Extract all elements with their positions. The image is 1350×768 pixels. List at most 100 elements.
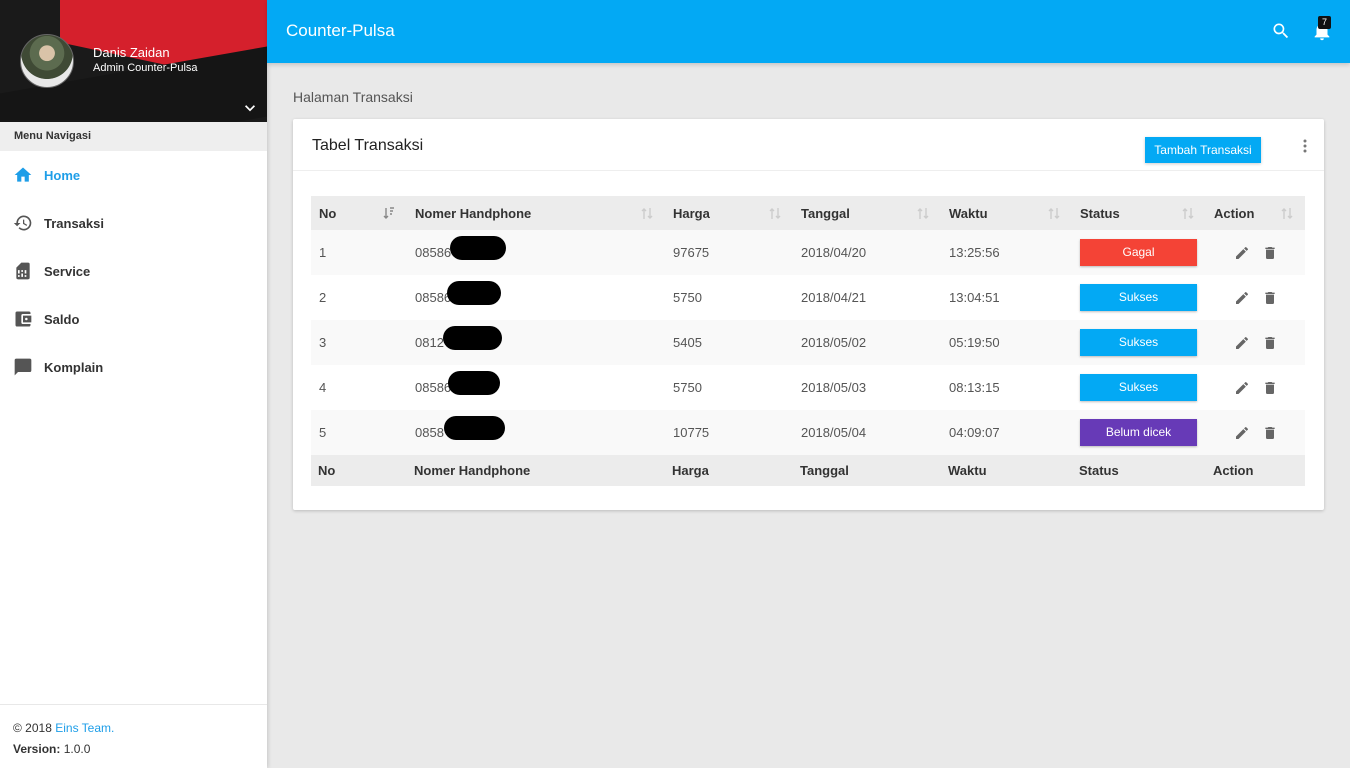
chevron-down-icon[interactable] bbox=[240, 98, 260, 118]
more-vert-icon[interactable] bbox=[1299, 138, 1311, 154]
cell-waktu: 04:09:07 bbox=[949, 425, 1000, 440]
status-badge: Sukses bbox=[1080, 374, 1197, 401]
cell-harga: 5750 bbox=[673, 380, 702, 395]
phone-prefix: 0858 bbox=[415, 425, 444, 440]
chat-icon bbox=[13, 357, 33, 377]
user-role: Admin Counter-Pulsa bbox=[93, 62, 198, 74]
delete-icon[interactable] bbox=[1262, 380, 1278, 396]
cell-waktu: 13:04:51 bbox=[949, 290, 1000, 305]
cell-action bbox=[1206, 275, 1305, 320]
sort-asc-icon[interactable] bbox=[383, 207, 395, 220]
cell-waktu: 08:13:15 bbox=[949, 380, 1000, 395]
redaction-mark bbox=[444, 416, 505, 440]
cell-tanggal: 2018/04/20 bbox=[801, 245, 867, 260]
redaction-mark bbox=[447, 281, 501, 305]
cell-status: Sukses bbox=[1072, 275, 1206, 320]
sidebar-item-label: Komplain bbox=[44, 359, 104, 375]
delete-icon[interactable] bbox=[1262, 290, 1278, 306]
redaction-mark bbox=[450, 236, 506, 260]
team-link[interactable]: Eins Team. bbox=[55, 721, 114, 735]
cell-harga: 10775 bbox=[673, 425, 710, 440]
version-label: Version: bbox=[13, 742, 61, 756]
table-row: 4 08586 5750 2018/05/03 08:13:15 Sukses bbox=[311, 365, 1305, 410]
cell-action bbox=[1206, 410, 1305, 455]
sidebar-item-label: Transaksi bbox=[44, 215, 104, 231]
cell-phone: 08586 bbox=[407, 275, 665, 320]
sidebar-item-label: Saldo bbox=[44, 311, 80, 327]
sidebar-footer: © 2018 Eins Team. Version: 1.0.0 bbox=[0, 704, 267, 768]
footer-header: Harga bbox=[672, 463, 709, 478]
footer-header: Waktu bbox=[948, 463, 987, 478]
cell-action bbox=[1206, 365, 1305, 410]
cell-harga: 5750 bbox=[673, 290, 702, 305]
cell-no: 1 bbox=[319, 245, 327, 260]
column-header-label: Tanggal bbox=[801, 205, 850, 221]
footer-header: No bbox=[318, 463, 336, 478]
delete-icon[interactable] bbox=[1262, 425, 1278, 441]
column-header[interactable]: Tanggal bbox=[793, 196, 941, 230]
menu-header: Menu Navigasi bbox=[0, 122, 267, 151]
delete-icon[interactable] bbox=[1262, 245, 1278, 261]
search-icon[interactable] bbox=[1271, 21, 1291, 41]
card-header: Tabel Transaksi Tambah Transaksi bbox=[293, 119, 1324, 171]
column-header[interactable]: Status bbox=[1072, 196, 1206, 230]
status-badge: Belum dicek bbox=[1080, 419, 1197, 446]
cell-no: 2 bbox=[319, 290, 327, 305]
copyright-text: © 2018 bbox=[13, 721, 56, 735]
delete-icon[interactable] bbox=[1262, 335, 1278, 351]
footer-header: Tanggal bbox=[800, 463, 849, 478]
sidebar-item-home[interactable]: Home bbox=[0, 151, 267, 199]
column-header[interactable]: Harga bbox=[665, 196, 793, 230]
column-header[interactable]: Action bbox=[1206, 196, 1305, 230]
sidebar-item-transaksi[interactable]: Transaksi bbox=[0, 199, 267, 247]
sort-icon[interactable] bbox=[1182, 207, 1194, 220]
cell-action bbox=[1206, 230, 1305, 275]
column-header-label: No bbox=[319, 205, 337, 221]
version-value: 1.0.0 bbox=[60, 742, 91, 756]
cell-phone: 08586 bbox=[407, 230, 665, 275]
page-title: Halaman Transaksi bbox=[293, 89, 413, 105]
sidebar-item-komplain[interactable]: Komplain bbox=[0, 343, 267, 391]
column-header-label: Waktu bbox=[949, 205, 988, 221]
phone-prefix: 08586 bbox=[415, 245, 452, 260]
sort-icon[interactable] bbox=[1048, 207, 1060, 220]
cell-tanggal: 2018/05/02 bbox=[801, 335, 867, 350]
edit-icon[interactable] bbox=[1234, 335, 1250, 351]
sidebar-item-service[interactable]: Service bbox=[0, 247, 267, 295]
cell-no: 3 bbox=[319, 335, 327, 350]
cell-harga: 97675 bbox=[673, 245, 710, 260]
sort-icon[interactable] bbox=[1281, 207, 1293, 220]
transaction-table: No Nomer Handphone Harga Tanggal Waktu S… bbox=[311, 196, 1305, 486]
sort-icon[interactable] bbox=[917, 207, 929, 220]
history-icon bbox=[13, 213, 33, 233]
redaction-mark bbox=[448, 371, 500, 395]
cell-phone: 0812 bbox=[407, 320, 665, 365]
footer-header: Nomer Handphone bbox=[414, 463, 531, 478]
table-row: 5 0858 10775 2018/05/04 04:09:07 Belum d… bbox=[311, 410, 1305, 455]
cell-status: Gagal bbox=[1072, 230, 1206, 275]
edit-icon[interactable] bbox=[1234, 380, 1250, 396]
cell-no: 5 bbox=[319, 425, 327, 440]
edit-icon[interactable] bbox=[1234, 425, 1250, 441]
avatar[interactable] bbox=[20, 34, 74, 88]
app-title[interactable]: Counter-Pulsa bbox=[286, 21, 395, 41]
phone-prefix: 0812 bbox=[415, 335, 444, 350]
column-header[interactable]: Waktu bbox=[941, 196, 1072, 230]
column-header[interactable]: No bbox=[311, 196, 407, 230]
cell-tanggal: 2018/05/04 bbox=[801, 425, 867, 440]
column-header-label: Harga bbox=[673, 205, 710, 221]
table-header-row: No Nomer Handphone Harga Tanggal Waktu S… bbox=[311, 196, 1305, 230]
sidebar-item-label: Service bbox=[44, 263, 91, 279]
edit-icon[interactable] bbox=[1234, 290, 1250, 306]
cell-no: 4 bbox=[319, 380, 327, 395]
sort-icon[interactable] bbox=[641, 207, 653, 220]
cell-tanggal: 2018/05/03 bbox=[801, 380, 867, 395]
cell-waktu: 13:25:56 bbox=[949, 245, 1000, 260]
cell-status: Sukses bbox=[1072, 320, 1206, 365]
add-transaction-button[interactable]: Tambah Transaksi bbox=[1145, 137, 1261, 163]
user-panel: Danis Zaidan Admin Counter-Pulsa bbox=[0, 0, 267, 122]
column-header[interactable]: Nomer Handphone bbox=[407, 196, 665, 230]
sort-icon[interactable] bbox=[769, 207, 781, 220]
edit-icon[interactable] bbox=[1234, 245, 1250, 261]
sidebar-item-saldo[interactable]: Saldo bbox=[0, 295, 267, 343]
